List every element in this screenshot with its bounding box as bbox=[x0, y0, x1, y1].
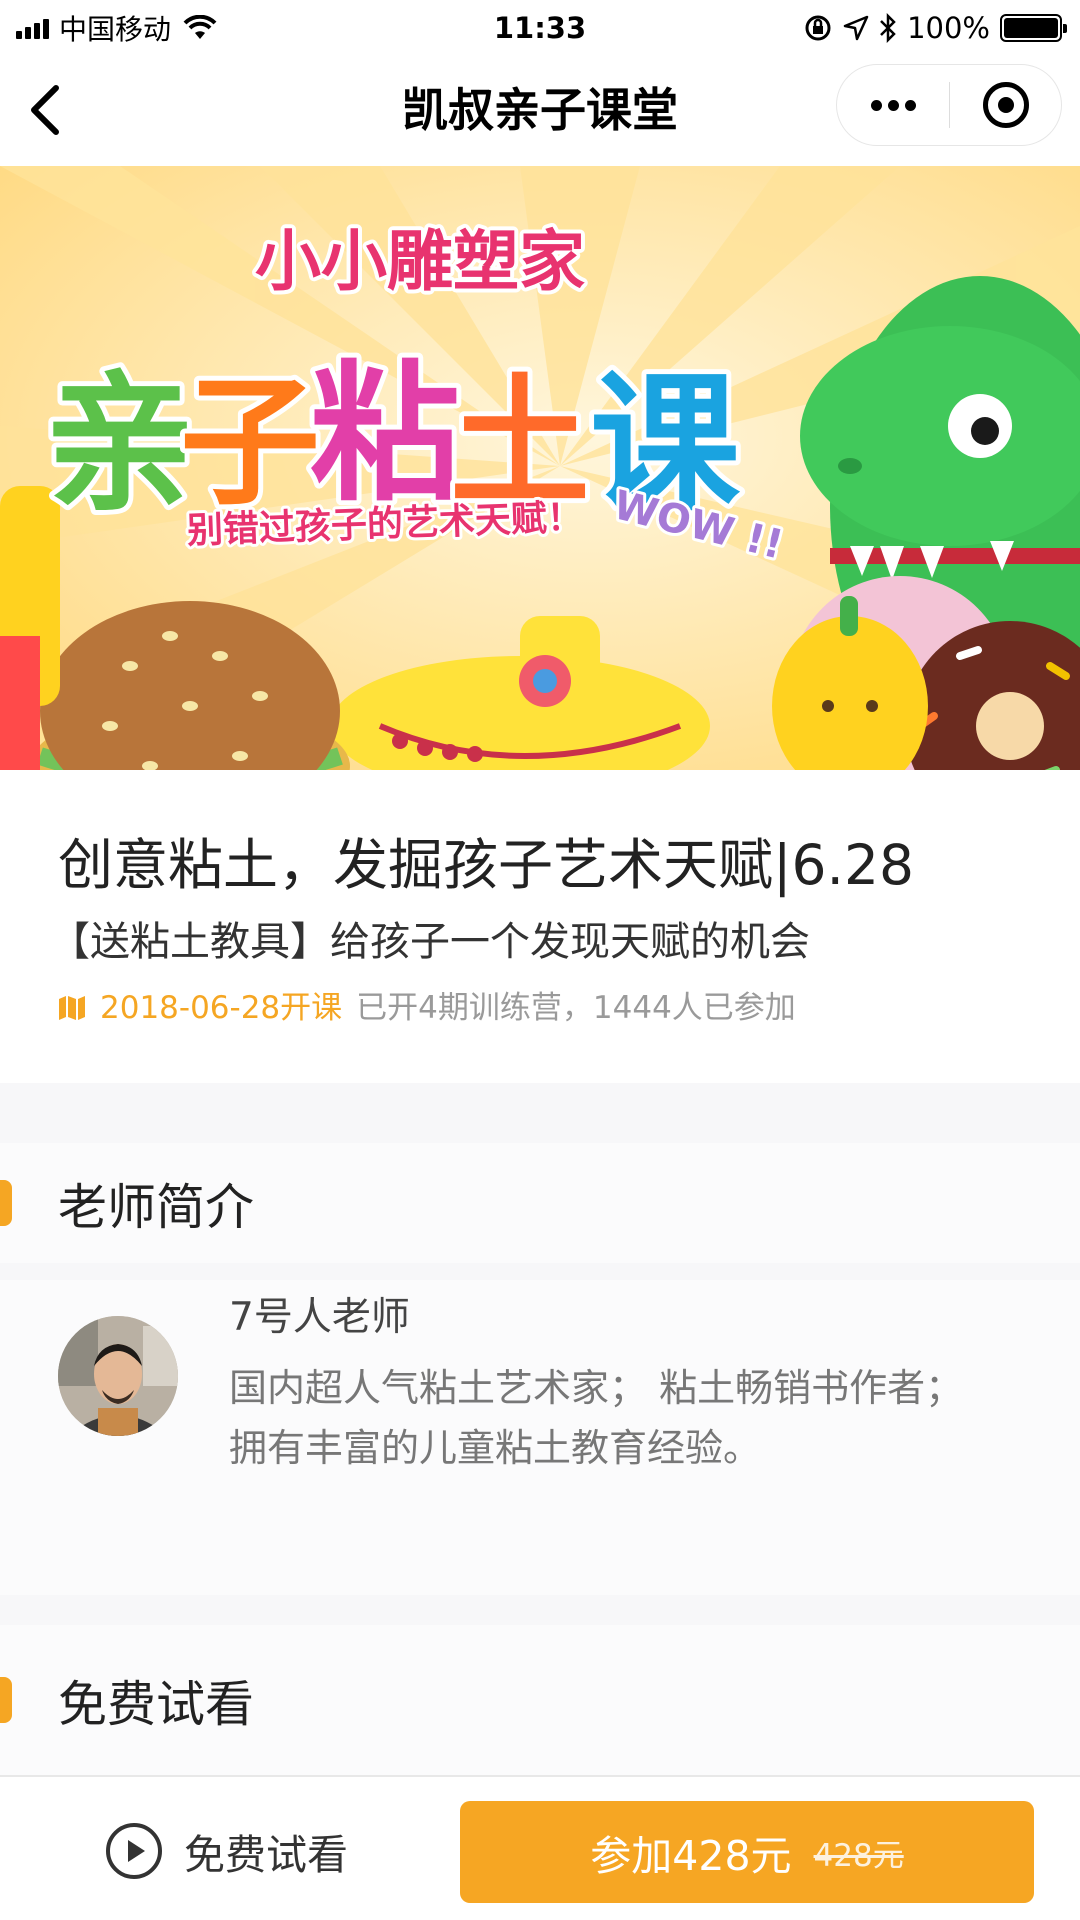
map-icon bbox=[59, 996, 85, 1020]
preview-section-header: 免费试看 bbox=[0, 1625, 1080, 1775]
section-title: 免费试看 bbox=[58, 1675, 255, 1733]
banner-char-2: 子 bbox=[180, 362, 320, 525]
banner-char-3: 粘 bbox=[310, 348, 460, 522]
teacher-avatar bbox=[58, 1316, 178, 1436]
section-accent-bar bbox=[0, 1677, 12, 1723]
teacher-bio: 国内超人气粘土艺术家； 粘土畅销书作者； 拥有丰富的儿童粘土教育经验。 bbox=[229, 1358, 1029, 1478]
teacher-card[interactable]: 7号人老师 国内超人气粘土艺术家； 粘土畅销书作者； 拥有丰富的儿童粘土教育经验… bbox=[0, 1280, 1080, 1595]
join-course-button[interactable]: 参加428元 428元 bbox=[460, 1801, 1034, 1903]
more-button[interactable] bbox=[837, 65, 949, 145]
section-accent-bar bbox=[0, 1180, 12, 1226]
free-preview-button[interactable]: 免费试看 bbox=[104, 1813, 348, 1889]
course-meta: 2018-06-28开课 已开4期训练营，1444人已参加 bbox=[58, 986, 1080, 1030]
banner-artwork: 小小雕塑家 亲 子 粘 土 课 别错过孩子的艺术天赋！ WOW !! bbox=[0, 166, 1080, 770]
course-subtitle: 【送粘土教具】给孩子一个发现天赋的机会 bbox=[50, 919, 810, 965]
banner-char-1: 亲 bbox=[45, 358, 195, 532]
battery-percent: 100% bbox=[907, 11, 990, 45]
status-bar: 中国移动 11:33 100% bbox=[0, 0, 1080, 56]
enrollment-stats: 已开4期训练营，1444人已参加 bbox=[356, 990, 796, 1026]
teacher-bio-line: 拥有丰富的儿童粘土教育经验。 bbox=[229, 1426, 762, 1470]
teacher-bio-line: 国内超人气粘土艺术家； 粘土畅销书作者； bbox=[229, 1366, 964, 1410]
orientation-lock-icon bbox=[805, 15, 831, 41]
close-miniprogram-button[interactable] bbox=[950, 65, 1061, 145]
navigation-bar: 凯叔亲子课堂 bbox=[0, 56, 1080, 166]
course-info-card: 创意粘土，发掘孩子艺术天赋|6.28 【送粘土教具】给孩子一个发现天赋的机会 2… bbox=[0, 770, 1080, 1083]
free-preview-label: 免费试看 bbox=[184, 1831, 348, 1879]
more-dots-icon bbox=[870, 99, 882, 111]
start-date: 2018-06-28开课 bbox=[100, 990, 343, 1026]
banner-headline-small: 小小雕塑家 bbox=[255, 223, 585, 300]
teacher-section-header: 老师简介 bbox=[0, 1143, 1080, 1263]
target-icon bbox=[982, 82, 1029, 128]
teacher-name: 7号人老师 bbox=[229, 1295, 410, 1340]
course-title: 创意粘土，发掘孩子艺术天赋|6.28 bbox=[58, 833, 914, 897]
section-title: 老师简介 bbox=[58, 1178, 255, 1236]
course-banner: 小小雕塑家 亲 子 粘 土 课 别错过孩子的艺术天赋！ WOW !! bbox=[0, 166, 1080, 770]
bluetooth-icon bbox=[880, 13, 896, 43]
bottom-action-bar: 免费试看 参加428元 428元 bbox=[0, 1775, 1080, 1920]
join-label: 参加428元 bbox=[590, 1832, 792, 1880]
miniprogram-capsule bbox=[836, 64, 1062, 146]
play-circle-icon bbox=[106, 1823, 162, 1879]
original-price: 428元 bbox=[813, 1837, 904, 1874]
location-icon bbox=[843, 15, 869, 41]
battery-icon bbox=[1000, 14, 1067, 42]
